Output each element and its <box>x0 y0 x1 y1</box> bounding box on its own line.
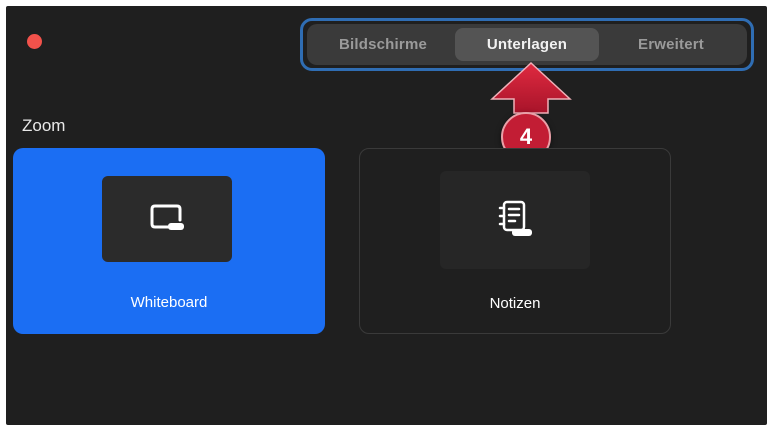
sharing-window: Bildschirme Unterlagen Erweitert 4 Zoom … <box>6 6 767 425</box>
notes-icon <box>498 200 532 236</box>
tab-erweitert[interactable]: Erweitert <box>599 28 743 61</box>
tab-bildschirme[interactable]: Bildschirme <box>311 28 455 61</box>
close-window-button[interactable] <box>27 34 42 49</box>
notes-card[interactable]: Notizen <box>359 148 671 334</box>
tab-bar: Bildschirme Unterlagen Erweitert <box>307 24 747 65</box>
whiteboard-icon <box>150 204 184 230</box>
whiteboard-card[interactable]: Whiteboard <box>13 148 325 334</box>
whiteboard-label: Whiteboard <box>130 294 208 311</box>
section-title: Zoom <box>22 116 66 135</box>
notes-label: Notizen <box>489 295 541 312</box>
whiteboard-icon-box <box>102 176 232 262</box>
tab-unterlagen[interactable]: Unterlagen <box>455 28 599 61</box>
notes-icon-box <box>440 171 590 269</box>
